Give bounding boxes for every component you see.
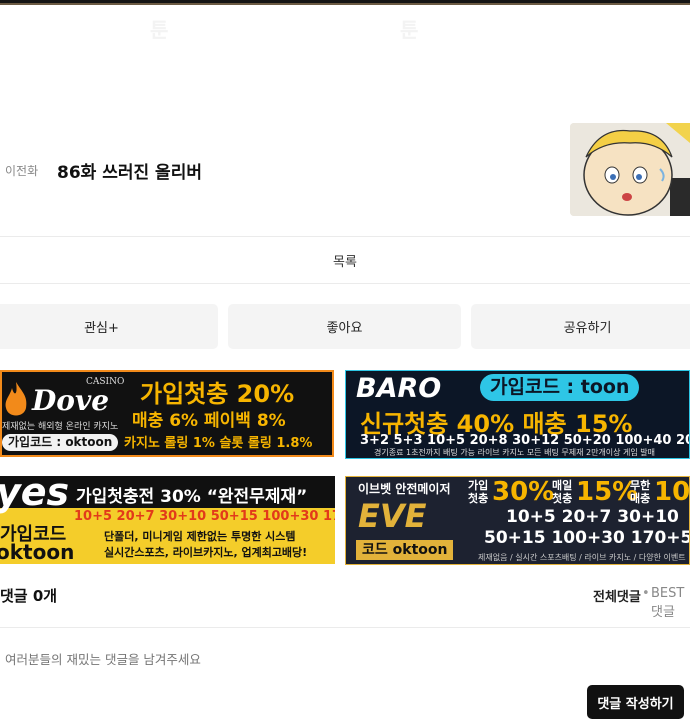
ad-eve-unlimited-label: 무한 매충 xyxy=(630,479,651,505)
episode-list-button[interactable]: 목록 xyxy=(0,237,690,283)
ad-dove-code: 가입코드 : oktoon xyxy=(2,434,119,451)
ad-eve-bonus2: 50+15 100+30 170+50 xyxy=(484,528,690,548)
bookmark-button[interactable]: 관심+ xyxy=(0,304,218,349)
ad-dove-headline: 가입첫충 20% xyxy=(140,380,295,408)
ad-yes-code: oktoon xyxy=(0,540,75,564)
ad-eve-first-pct: 30% xyxy=(492,477,555,507)
ad-yes-bonus: 10+5 20+7 30+10 50+15 100+30 170+50 xyxy=(74,509,335,524)
ad-yes-desc2: 실시간스포츠, 라이브카지노, 업계최고배당! xyxy=(104,546,308,559)
comment-count: 댓글 0개 xyxy=(0,587,58,605)
share-button[interactable]: 공유하기 xyxy=(471,304,690,349)
ad-yes-brand: yes xyxy=(0,476,70,514)
ad-dove-tagline: 제재없는 해외형 온라인 카지노 xyxy=(2,422,119,432)
ad-baro-code-pill: 가입코드 : toon xyxy=(480,374,640,401)
ad-yes-desc1: 단폴더, 미니게임 제한없는 투명한 시스템 xyxy=(104,530,296,543)
submit-comment-button[interactable]: 댓글 작성하기 xyxy=(587,685,684,719)
ad-banner-yes[interactable]: yes 가입첫충전 30% “완전무제재” 10+5 20+7 30+10 50… xyxy=(0,476,335,564)
ad-banner-dove[interactable]: CASINO Dove 가입첫충 20% 매충 6% 페이백 8% 카지노 롤링… xyxy=(0,370,334,457)
ad-eve-daily-label: 매일 첫충 xyxy=(552,479,573,505)
ad-eve-daily-pct: 15% xyxy=(576,477,639,507)
prev-episode-title[interactable]: 86화 쓰러진 올리버 xyxy=(57,158,202,183)
ad-eve-first-label: 가입 첫충 xyxy=(468,479,489,505)
divider xyxy=(0,283,690,284)
ad-baro-bonus: 3+2 5+3 10+5 20+8 30+12 50+20 100+40 200… xyxy=(360,433,689,448)
ad-eve-footer: 제재없음 / 실시간 스포츠배팅 / 라이브 카지노 / 다양한 이벤트 xyxy=(478,553,686,562)
ad-yes-headline: 가입첫충전 30% “완전무제재” xyxy=(76,487,308,507)
ad-dove-brand: Dove xyxy=(32,384,110,417)
ad-banner-baro[interactable]: BARO 가입코드 : toon 신규첫충 40% 매충 15% 3+2 5+3… xyxy=(345,370,690,459)
ad-baro-footer: 경기종료 1초전까지 배팅 가능 라이브 카지노 모든 배팅 무제재 2만개이상… xyxy=(374,448,656,457)
ad-banner-eve[interactable]: 이브벳 안전메이저 EVE 코드 oktoon 가입 첫충 30% 매일 첫충 … xyxy=(345,476,690,565)
sort-best-comments[interactable]: BEST댓글 xyxy=(651,586,690,620)
flame-icon xyxy=(5,382,27,416)
sort-separator: • xyxy=(642,586,650,601)
ad-eve-unlimited-pct: 10% xyxy=(654,477,690,507)
faint-watermark: 툰툰 xyxy=(150,18,419,42)
ad-eve-brand: EVE xyxy=(358,497,427,535)
ad-dove-line3: 카지노 롤링 1% 슬롯 롤링 1.8% xyxy=(124,436,313,451)
ad-eve-bonus1: 10+5 20+7 30+10 xyxy=(506,507,679,527)
ad-dove-line2: 매충 6% 페이백 8% xyxy=(132,411,286,431)
like-button[interactable]: 좋아요 xyxy=(228,304,461,349)
prev-episode-label[interactable]: 이전화 xyxy=(5,162,38,179)
comment-input[interactable] xyxy=(5,652,405,667)
previous-image-edge xyxy=(0,0,690,5)
ad-eve-brand-line: 이브벳 안전메이저 xyxy=(358,482,451,496)
prev-episode-thumbnail[interactable] xyxy=(570,123,690,216)
sort-all-comments[interactable]: 전체댓글 xyxy=(593,586,641,605)
ad-baro-brand: BARO xyxy=(356,373,442,404)
divider xyxy=(0,627,690,628)
ad-eve-code: 코드 oktoon xyxy=(356,540,454,560)
